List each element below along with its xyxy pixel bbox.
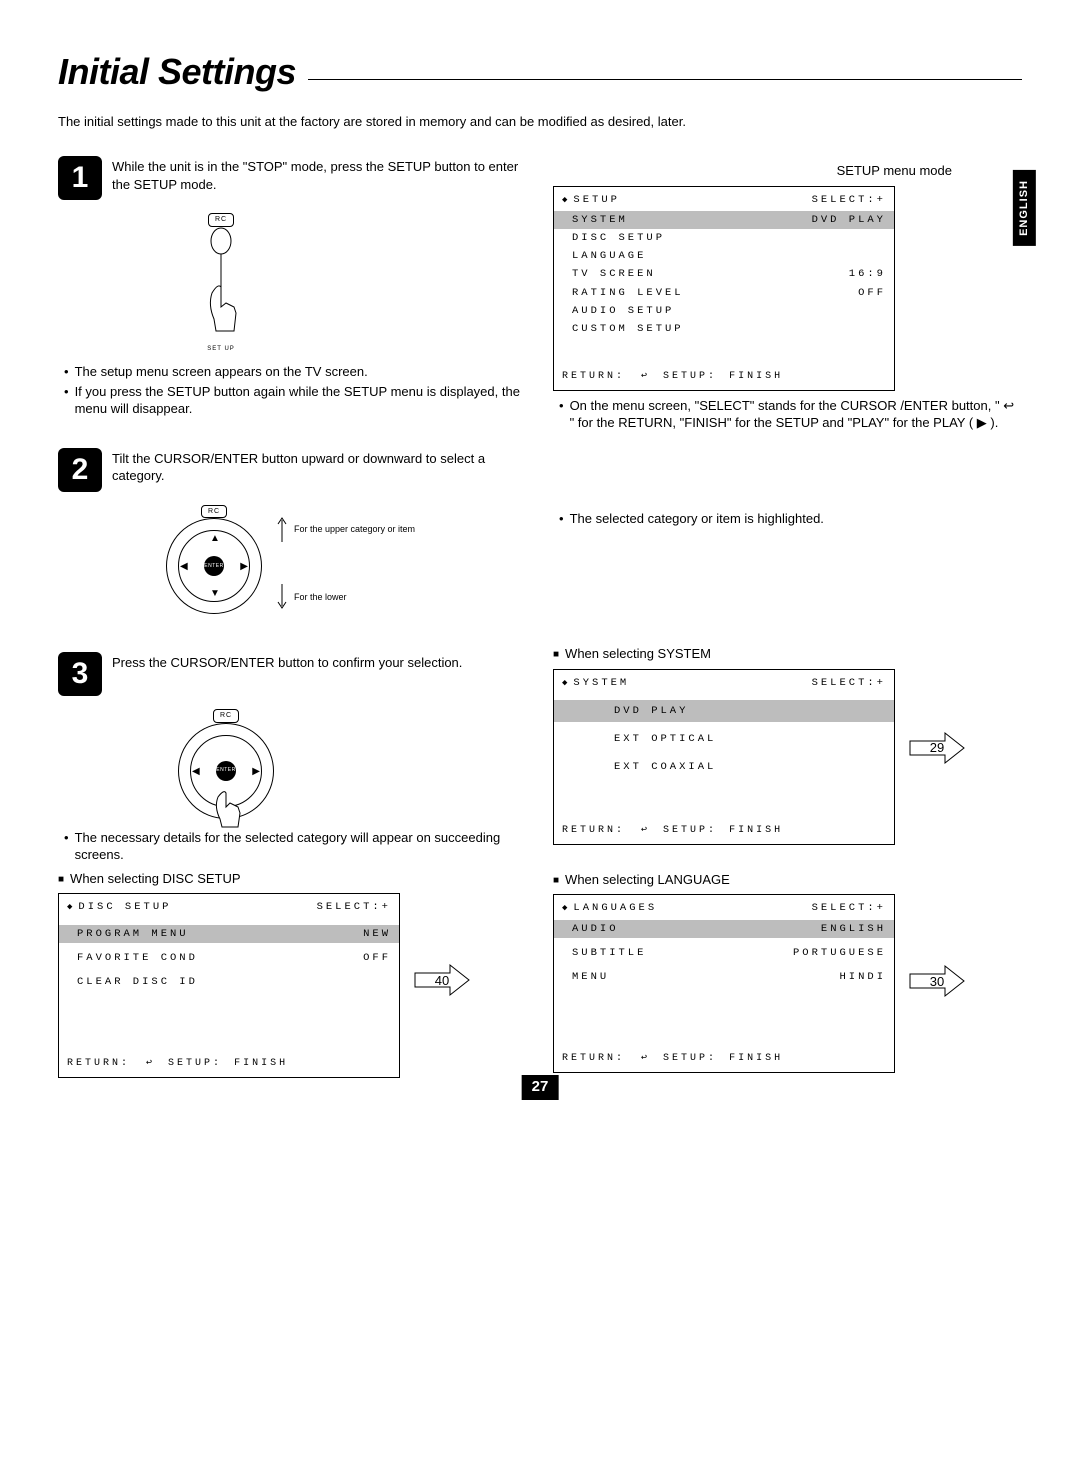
page-ref-callout: 29 <box>909 731 965 765</box>
menu-footer: RETURN:↩SETUP:FINISH <box>59 1051 399 1077</box>
setup-label: SET UP <box>176 345 266 353</box>
language-tab: ENGLISH <box>1013 170 1036 246</box>
menu-row: MENUHINDI <box>554 968 894 986</box>
menu-row: DISC SETUP <box>554 229 894 247</box>
step1-bullet-1: The setup menu screen appears on the TV … <box>64 363 527 381</box>
step3-note: The necessary details for the selected c… <box>64 829 527 864</box>
menu-row: SUBTITLEPORTUGUESE <box>554 944 894 962</box>
menu-row: FAVORITE CONDOFF <box>59 949 399 967</box>
step-3-text: Press the CURSOR/ENTER button to confirm… <box>112 652 462 696</box>
setup-note: On the menu screen, "SELECT" stands for … <box>559 397 1022 432</box>
enter-wheel-icon: ENTER ◀▶ <box>178 723 274 819</box>
step-2: 2 Tilt the CURSOR/ENTER button upward or… <box>58 448 527 492</box>
step-number-3: 3 <box>58 652 102 696</box>
disc-setup-menu: DISC SETUPSELECT:+ PROGRAM MENUNEW FAVOR… <box>58 893 400 1077</box>
step-2-text: Tilt the CURSOR/ENTER button upward or d… <box>112 448 527 492</box>
disc-setup-heading: When selecting DISC SETUP <box>58 870 527 888</box>
step-number-1: 1 <box>58 156 102 200</box>
step-1: 1 While the unit is in the "STOP" mode, … <box>58 156 527 200</box>
page-ref-callout: 40 <box>414 963 470 997</box>
menu-footer: RETURN:↩SETUP:FINISH <box>554 1046 894 1072</box>
rc-badge-2: RC <box>201 505 227 518</box>
menu-option: DVD PLAY <box>554 700 894 722</box>
language-heading: When selecting LANGUAGE <box>553 871 1022 889</box>
menu-row: TV SCREEN16:9 <box>554 265 894 283</box>
system-menu: SYSTEMSELECT:+ DVD PLAY EXT OPTICAL EXT … <box>553 669 895 845</box>
enter-illustration: RC ENTER ◀▶ <box>178 704 274 818</box>
setup-menu: SETUPSELECT:+ SYSTEMDVD PLAY DISC SETUP … <box>553 186 895 391</box>
step2-note: The selected category or item is highlig… <box>559 510 1022 528</box>
menu-row: LANGUAGE <box>554 247 894 265</box>
finger-press-icon <box>198 227 244 337</box>
cursor-illustration: RC ENTER ▲▼ ◀▶ For the upper category or… <box>166 500 527 614</box>
system-heading: When selecting SYSTEM <box>553 645 1022 663</box>
cursor-wheel-icon: ENTER ▲▼ ◀▶ <box>166 518 262 614</box>
menu-row: AUDIOENGLISH <box>554 920 894 938</box>
menu-row: AUDIO SETUP <box>554 302 894 320</box>
page-ref-callout: 30 <box>909 964 965 998</box>
setup-menu-caption: SETUP menu mode <box>553 162 952 180</box>
rc-badge: RC <box>208 213 234 226</box>
lower-arrow-note: For the lower <box>276 584 415 610</box>
menu-row: RATING LEVELOFF <box>554 284 894 302</box>
step1-bullet-2: If you press the SETUP button again whil… <box>64 383 527 418</box>
intro-text: The initial settings made to this unit a… <box>58 113 1022 131</box>
remote-setup-illustration: RC SET UP <box>176 208 266 353</box>
language-menu: LANGUAGESSELECT:+ AUDIOENGLISH SUBTITLEP… <box>553 894 895 1072</box>
title-rule <box>308 79 1022 80</box>
step-number-2: 2 <box>58 448 102 492</box>
menu-option: EXT COAXIAL <box>554 756 894 778</box>
finger-icon <box>208 771 248 831</box>
menu-row: PROGRAM MENUNEW <box>59 925 399 943</box>
menu-row: CLEAR DISC ID <box>59 973 399 991</box>
step-3: 3 Press the CURSOR/ENTER button to confi… <box>58 652 527 696</box>
menu-option: EXT OPTICAL <box>554 728 894 750</box>
page-title-text: Initial Settings <box>58 48 296 97</box>
page-title: Initial Settings <box>58 48 1022 97</box>
step-1-text: While the unit is in the "STOP" mode, pr… <box>112 156 527 200</box>
page-number: 27 <box>522 1075 559 1099</box>
menu-footer: RETURN:↩SETUP:FINISH <box>554 818 894 844</box>
upper-arrow-note: For the upper category or item <box>276 516 415 542</box>
menu-footer: RETURN:↩SETUP:FINISH <box>554 364 894 390</box>
menu-row: SYSTEMDVD PLAY <box>554 211 894 229</box>
menu-row: CUSTOM SETUP <box>554 320 894 338</box>
rc-badge-3: RC <box>213 709 239 722</box>
